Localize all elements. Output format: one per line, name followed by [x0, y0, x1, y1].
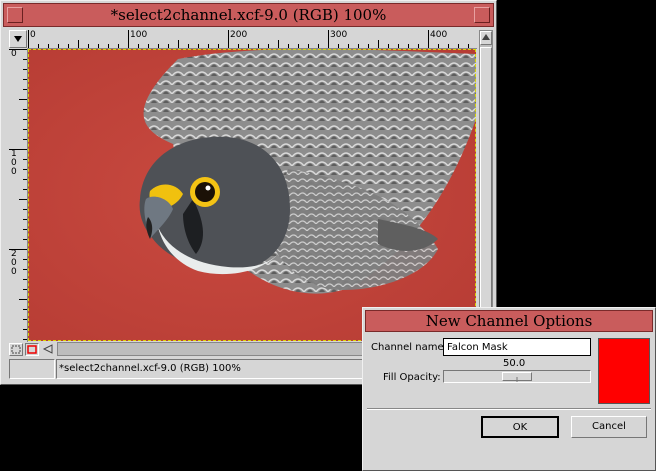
dialog-title: New Channel Options	[425, 312, 593, 330]
red-square-icon	[27, 345, 37, 354]
fill-opacity-label: Fill Opacity:	[383, 372, 441, 383]
ruler-label-0: 0	[30, 30, 36, 40]
dashed-square-icon	[11, 345, 21, 354]
status-bar: *select2channel.xcf-9.0 (RGB) 100%	[56, 359, 366, 379]
scroll-up-button[interactable]	[480, 31, 492, 45]
ruler-ticks-top	[28, 30, 469, 48]
ruler-label-200: 200	[230, 30, 248, 40]
ruler-label-v0: 0	[11, 49, 17, 59]
ruler-label-100: 100	[130, 30, 148, 40]
image-canvas[interactable]	[28, 49, 476, 341]
image-window-title: *select2channel.xcf-9.0 (RGB) 100%	[110, 6, 387, 24]
cancel-button-label: Cancel	[592, 421, 626, 432]
ruler-label-400: 400	[430, 30, 448, 40]
arrow-icon	[14, 36, 22, 42]
ruler-origin-menu-button[interactable]	[9, 30, 27, 48]
horizontal-ruler[interactable]: 0 100 200 300 400	[27, 30, 477, 49]
arrow-up-icon	[482, 34, 490, 40]
fill-opacity-slider-thumb[interactable]	[502, 372, 532, 382]
ok-button[interactable]: OK	[481, 416, 559, 438]
slider-grip-icon	[516, 377, 518, 382]
vertical-ruler[interactable]: 0 1 0 0 2 0 0	[9, 48, 28, 342]
arrow-left-icon	[42, 344, 53, 354]
fill-opacity-value: 50.0	[503, 358, 526, 369]
window-close-button[interactable]	[474, 7, 490, 23]
mask-color-swatch[interactable]	[598, 338, 650, 404]
ruler-ticks-left	[9, 49, 27, 340]
ruler-label-v100: 1 0 0	[11, 149, 17, 177]
dialog-titlebar[interactable]: New Channel Options	[365, 310, 653, 332]
scroll-left-button[interactable]	[41, 343, 55, 356]
ruler-label-300: 300	[330, 30, 348, 40]
dialog-separator	[367, 408, 651, 410]
image-window-titlebar[interactable]: *select2channel.xcf-9.0 (RGB) 100%	[3, 3, 494, 27]
fill-opacity-slider[interactable]	[443, 370, 591, 383]
window-menu-button[interactable]	[7, 7, 23, 23]
channel-name-input[interactable]	[443, 338, 591, 356]
falcon-image	[28, 49, 476, 341]
vertical-scrollbar[interactable]	[479, 30, 493, 342]
new-channel-options-dialog: New Channel Options Channel name: Fill O…	[362, 307, 656, 471]
quickmask-on-button[interactable]	[25, 343, 39, 356]
cancel-button[interactable]: Cancel	[571, 416, 647, 438]
ok-button-label: OK	[512, 422, 528, 433]
ruler-label-v200: 2 0 0	[11, 249, 17, 277]
vertical-scroll-thumb[interactable]	[480, 47, 492, 323]
quickmask-off-button[interactable]	[9, 343, 23, 356]
channel-name-label: Channel name:	[371, 342, 447, 353]
cursor-position-box	[9, 359, 55, 379]
